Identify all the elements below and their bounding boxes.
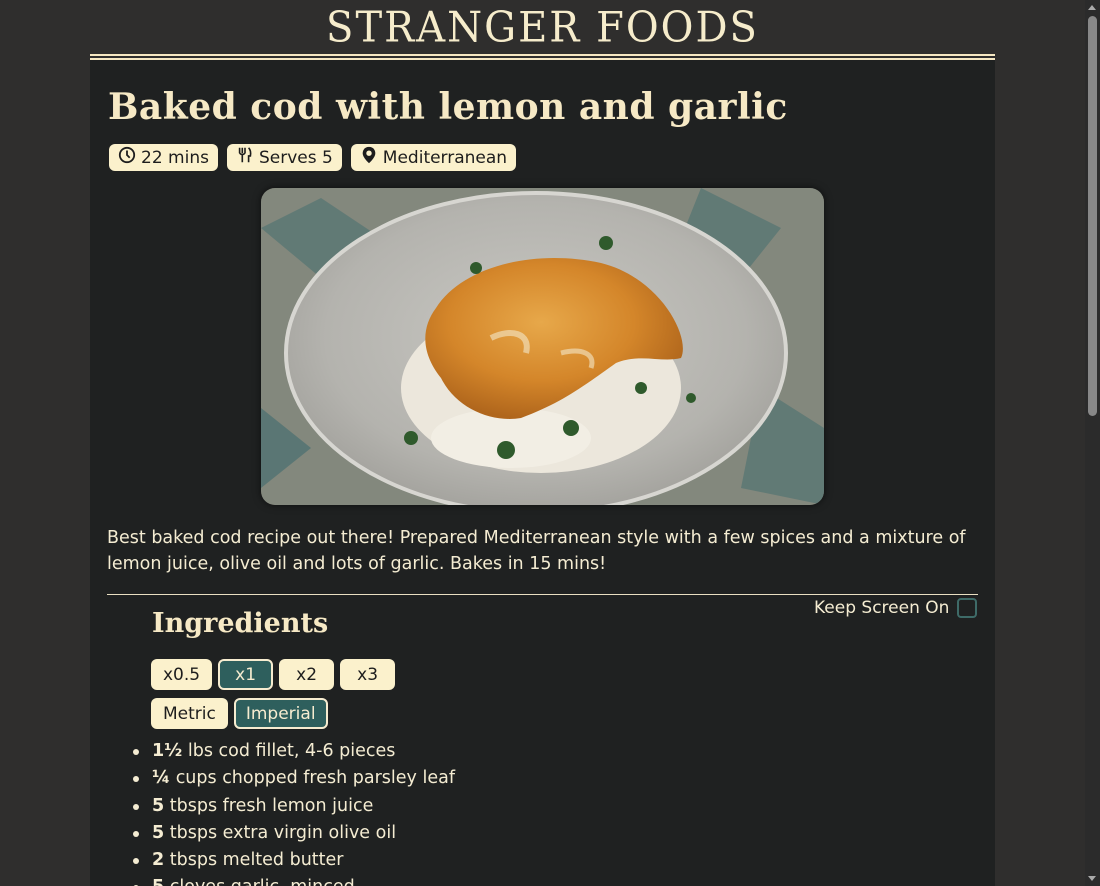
list-item: 5 cloves garlic, minced	[133, 874, 455, 886]
list-item: 2 tbsps melted butter	[133, 847, 455, 874]
scroll-up-icon[interactable]	[1088, 5, 1096, 10]
recipe-title: Baked cod with lemon and garlic	[108, 86, 788, 128]
list-item: 5 tbsps extra virgin olive oil	[133, 820, 455, 847]
ingredient-text: cups chopped fresh parsley leaf	[170, 768, 455, 789]
unit-buttons: Metric Imperial	[151, 698, 328, 729]
keep-screen-checkbox[interactable]	[957, 598, 978, 618]
list-item: 5 tbsps fresh lemon juice	[133, 793, 455, 820]
multiplier-buttons: x0.5 x1 x2 x3	[151, 659, 396, 690]
ingredient-quantity: 5	[152, 877, 164, 886]
time-label: 22 mins	[141, 147, 209, 168]
ingredient-text: cloves garlic, minced	[164, 877, 355, 886]
list-item: ¼ cups chopped fresh parsley leaf	[133, 765, 455, 792]
section-divider	[107, 594, 978, 595]
site-title[interactable]: STRANGER FOODS	[90, 0, 995, 57]
clock-icon	[118, 146, 136, 169]
scrollbar-thumb[interactable]	[1088, 16, 1097, 416]
list-item: 1½ lbs cod fillet, 4-6 pieces	[133, 738, 455, 765]
recipe-photo	[261, 188, 824, 505]
ingredient-text: tbsps extra virgin olive oil	[164, 822, 397, 843]
recipe-description: Best baked cod recipe out there! Prepare…	[107, 528, 966, 574]
recipe-badges: 22 mins Serves 5 Mediterranean	[109, 144, 517, 171]
ingredient-quantity: 5	[152, 795, 165, 816]
ingredient-quantity: 1½	[152, 741, 183, 761]
servings-badge: Serves 5	[226, 144, 342, 171]
multiplier-button-0.5[interactable]: x0.5	[151, 659, 213, 690]
multiplier-button-3[interactable]: x3	[340, 659, 396, 690]
location-pin-icon	[360, 146, 378, 169]
ingredients-list: 1½ lbs cod fillet, 4-6 pieces ¼ cups cho…	[133, 738, 455, 886]
keep-screen-toggle[interactable]: Keep Screen On	[814, 598, 978, 618]
ingredient-text: tbsps fresh lemon juice	[164, 795, 374, 816]
ingredient-quantity: ¼	[152, 768, 171, 789]
ingredient-text: tbsps melted butter	[164, 850, 344, 871]
ingredient-quantity: 5	[152, 822, 165, 843]
cuisine-badge: Mediterranean	[350, 144, 517, 171]
recipe-panel: Baked cod with lemon and garlic 22 mins …	[90, 60, 995, 886]
multiplier-button-1[interactable]: x1	[218, 659, 274, 690]
page-scrollbar[interactable]	[1085, 0, 1100, 886]
site-header: STRANGER FOODS	[90, 0, 995, 60]
cuisine-label: Mediterranean	[382, 147, 508, 168]
scroll-down-icon[interactable]	[1088, 876, 1096, 881]
multiplier-button-2[interactable]: x2	[279, 659, 335, 690]
servings-label: Serves 5	[258, 147, 333, 168]
ingredient-quantity: 2	[152, 850, 165, 871]
ingredient-text: lbs cod fillet, 4-6 pieces	[182, 741, 396, 761]
fork-knife-icon	[236, 146, 254, 169]
unit-button-metric[interactable]: Metric	[151, 698, 228, 729]
keep-screen-label: Keep Screen On	[814, 598, 950, 618]
time-badge: 22 mins	[109, 144, 218, 171]
ingredients-title: Ingredients	[152, 608, 329, 639]
unit-button-imperial[interactable]: Imperial	[233, 698, 328, 729]
